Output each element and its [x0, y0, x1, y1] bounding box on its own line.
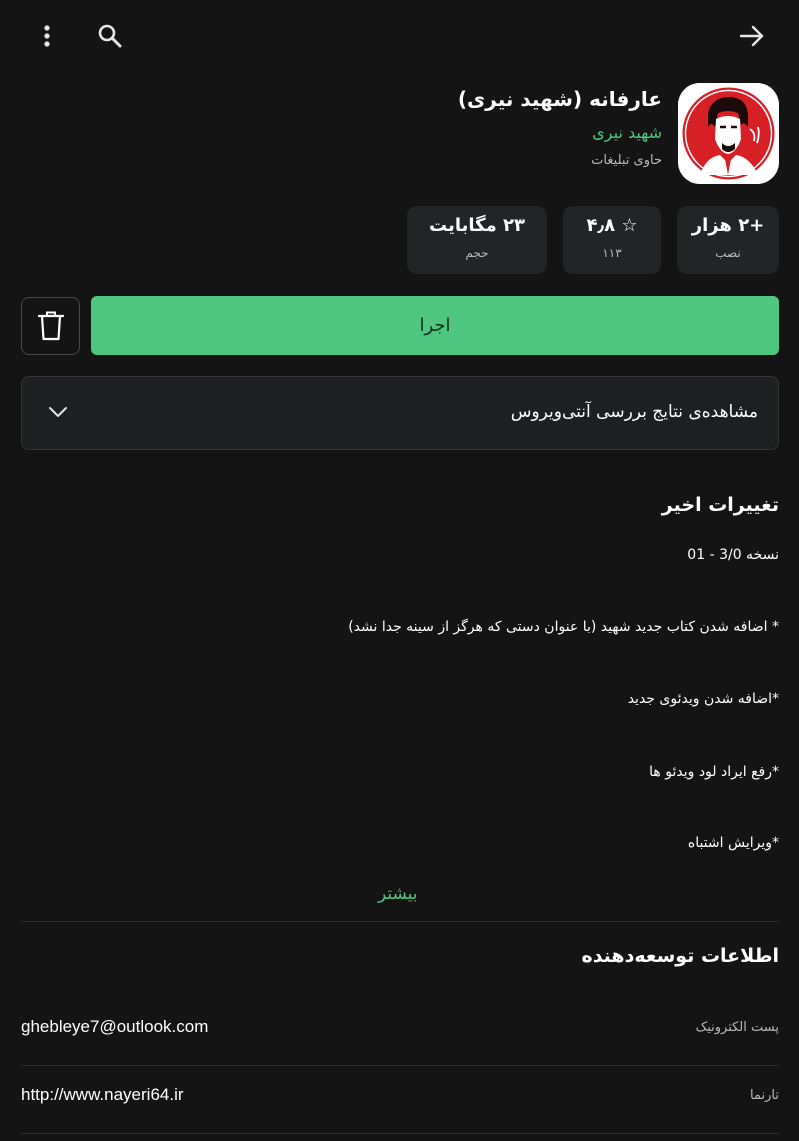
divider [21, 921, 779, 922]
divider [21, 1133, 779, 1134]
chevron-down-icon [49, 407, 67, 417]
installs-value: +۲ هزار [691, 215, 765, 236]
more-vertical-icon [44, 25, 50, 47]
app-header: عارفانه (شهید نیری) شهید نیری حاوی تبلیغ… [0, 83, 799, 185]
back-button[interactable] [730, 14, 774, 58]
size-value: ۲۳ مگابایت [429, 215, 525, 236]
changelog-item: *اضافه شدن ویدئوی جدید [627, 691, 779, 707]
rating-count: ۱۱۳ [602, 246, 622, 260]
developer-link[interactable]: شهید نیری [592, 123, 662, 142]
run-button[interactable]: اجرا [91, 296, 779, 355]
email-value[interactable]: ghebleye7@outlook.com [21, 1017, 208, 1037]
rating-value: ۴٫۸ [586, 215, 616, 236]
top-app-bar [0, 0, 799, 72]
antivirus-results-expander[interactable]: مشاهده‌ی نتایج بررسی آنتی‌ویروس [21, 376, 779, 450]
size-stat: ۲۳ مگابایت حجم [407, 206, 547, 274]
email-row[interactable]: پست الکترونیک ghebleye7@outlook.com [0, 1006, 799, 1056]
martyr-portrait-icon [678, 83, 779, 184]
trash-icon [37, 311, 64, 341]
changelog-item: *رفع ایراد لود ویدئو ها [649, 764, 779, 780]
website-value[interactable]: http://www.nayeri64.ir [21, 1085, 184, 1105]
rating-stat[interactable]: ☆ ۴٫۸ ۱۱۳ [563, 206, 661, 274]
arrow-forward-icon [739, 25, 764, 47]
app-title: عارفانه (شهید نیری) [457, 87, 662, 111]
search-icon [98, 24, 122, 48]
changelog-title: تغییرات اخیر [661, 494, 779, 516]
star-icon: ☆ [621, 215, 638, 236]
website-row[interactable]: تارنما http://www.nayeri64.ir [0, 1074, 799, 1124]
changelog-item: * اضافه شدن کتاب جدید شهید (با عنوان دست… [348, 619, 779, 635]
installs-stat: +۲ هزار نصب [677, 206, 779, 274]
ads-note: حاوی تبلیغات [591, 153, 662, 168]
email-label: پست الکترونیک [695, 1020, 779, 1035]
divider [21, 1065, 779, 1066]
changelog-item: *ویرایش اشتباه [687, 835, 779, 851]
antivirus-label: مشاهده‌ی نتایج بررسی آنتی‌ویروس [510, 402, 758, 422]
search-button[interactable] [88, 14, 132, 58]
installs-label: نصب [715, 246, 741, 260]
more-button[interactable]: بیشتر [378, 884, 418, 904]
changelog-version: نسخه 3/0 - 01 [687, 547, 779, 563]
more-options-button[interactable] [25, 14, 69, 58]
app-icon [678, 83, 779, 184]
rating-value-row: ☆ ۴٫۸ [563, 215, 661, 236]
size-label: حجم [465, 246, 489, 260]
developer-info-title: اطلاعات توسعه‌دهنده [581, 945, 779, 967]
uninstall-button[interactable] [21, 297, 80, 355]
website-label: تارنما [750, 1088, 779, 1103]
